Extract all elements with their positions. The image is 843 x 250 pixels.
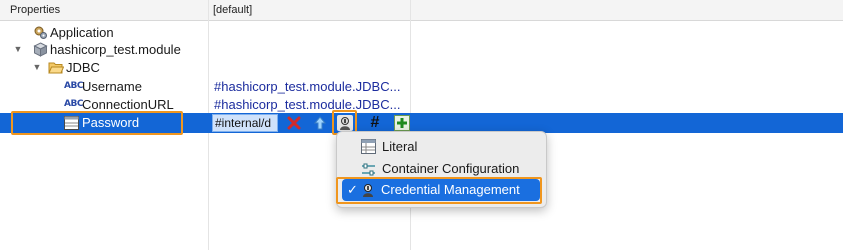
string-abc-icon: ABC xyxy=(64,99,83,109)
delete-x-icon[interactable] xyxy=(286,115,302,131)
tree-label: Username xyxy=(82,79,142,94)
string-abc-icon: ABC xyxy=(64,81,83,91)
module-cube-icon xyxy=(33,42,48,57)
tree-row-module[interactable]: ▼ hashicorp_test.module xyxy=(0,41,843,58)
tree-row-application[interactable]: Application xyxy=(0,24,843,41)
property-value[interactable]: #hashicorp_test.module.JDBC... xyxy=(214,96,400,113)
column-header-properties[interactable]: Properties xyxy=(10,0,60,20)
up-arrow-icon[interactable] xyxy=(312,115,328,131)
tree-label: Password xyxy=(82,115,140,130)
credential-icon xyxy=(360,182,376,203)
property-value[interactable]: #hashicorp_test.module.JDBC... xyxy=(214,78,400,95)
tree-row-username[interactable]: ABC Username #hashicorp_test.module.JDBC… xyxy=(0,78,843,95)
tree-label: JDBC xyxy=(66,60,100,75)
column-header-default[interactable]: [default] xyxy=(213,0,252,20)
add-icon[interactable] xyxy=(394,115,410,131)
menu-item-credential-management[interactable]: ✓ Credential Management xyxy=(342,179,540,201)
chevron-down-icon[interactable]: ▼ xyxy=(32,59,42,76)
tree-label: Application xyxy=(50,25,114,40)
credential-icon[interactable] xyxy=(337,115,353,131)
menu-item-literal[interactable]: Literal xyxy=(337,136,546,158)
password-value-input[interactable]: #internal/d xyxy=(212,114,278,132)
menu-item-label: Credential Management xyxy=(381,182,520,197)
chevron-down-icon[interactable]: ▼ xyxy=(13,41,23,58)
password-table-icon xyxy=(64,116,79,131)
properties-table-header xyxy=(0,0,843,21)
checkmark-icon: ✓ xyxy=(347,182,358,197)
tree-row-jdbc[interactable]: ▼ JDBC xyxy=(0,59,843,76)
application-gear-icon xyxy=(33,25,48,40)
folder-open-icon xyxy=(48,60,65,75)
hash-icon[interactable]: # xyxy=(367,115,383,131)
menu-item-label: Literal xyxy=(382,139,418,154)
tree-label: hashicorp_test.module xyxy=(50,42,181,57)
